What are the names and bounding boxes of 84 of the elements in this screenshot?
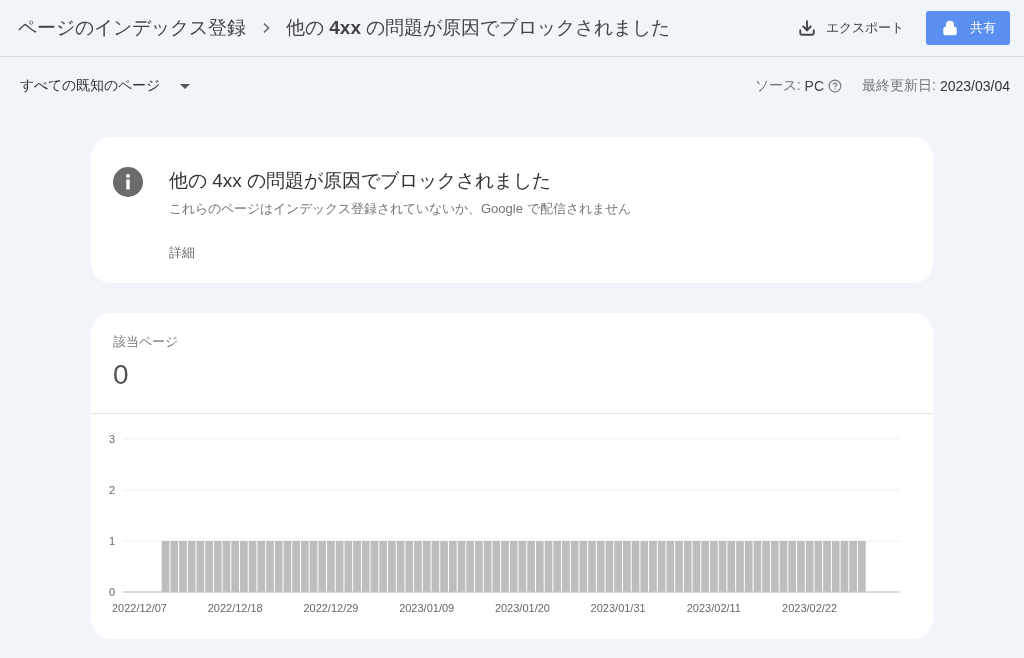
bar — [483, 541, 492, 592]
bar — [535, 541, 544, 592]
pages-label: 該当ページ — [113, 333, 179, 351]
bar — [457, 541, 466, 592]
bar — [840, 541, 849, 592]
axis-label: 1 — [108, 535, 115, 547]
axis-label: 0 — [108, 586, 115, 598]
bar — [605, 541, 614, 592]
source-value: PC — [804, 78, 825, 94]
bar — [666, 541, 675, 592]
axis-label: 2022/12/29 — [303, 602, 359, 614]
bar — [274, 541, 283, 592]
bar — [770, 541, 779, 592]
bar — [744, 541, 753, 592]
bar — [422, 541, 431, 592]
axis-label: 2022/12/07 — [111, 602, 167, 614]
axis-label: 2 — [108, 484, 115, 496]
updated-date: 2023/03/04 — [939, 78, 1010, 94]
bar — [213, 541, 222, 592]
source-label: ソース: — [754, 77, 801, 95]
breadcrumb-item[interactable]: ページのインデックス登録 — [18, 15, 246, 41]
bar — [831, 541, 840, 592]
axis-label: 2023/01/09 — [399, 602, 455, 614]
help-icon[interactable] — [828, 79, 843, 93]
bar — [448, 541, 457, 592]
page-filter-dropdown[interactable]: すべての既知のページ — [20, 77, 190, 95]
bar — [396, 541, 405, 592]
bar — [361, 541, 370, 592]
bar — [318, 541, 327, 592]
bar — [553, 541, 562, 592]
issue-title: 他の 4xx の問題が原因でブロックされました — [169, 169, 553, 193]
bar — [657, 541, 666, 592]
bar — [805, 541, 814, 592]
axis-label: 3 — [108, 433, 115, 445]
bar — [727, 541, 736, 592]
bar — [570, 541, 579, 592]
bar — [161, 541, 170, 592]
dropdown-arrow-icon — [180, 83, 190, 89]
issue-description: これらのページはインデックス登録されていないか、Google で配信されません — [169, 200, 631, 218]
bar — [170, 541, 179, 592]
axis-label: 2022/12/18 — [207, 602, 263, 614]
updated-label: 最終更新日: — [862, 77, 936, 95]
bar — [509, 541, 518, 592]
axis-label: 2023/01/20 — [494, 602, 550, 614]
bar — [335, 541, 344, 592]
bar — [788, 541, 797, 592]
bar — [692, 541, 701, 592]
bar — [248, 541, 257, 592]
bar — [596, 541, 605, 592]
axis-label: 2023/01/31 — [590, 602, 646, 614]
bar — [344, 541, 353, 592]
bar — [431, 541, 440, 592]
bar — [518, 541, 527, 592]
bar — [222, 541, 231, 592]
bar — [544, 541, 553, 592]
bar — [779, 541, 788, 592]
bar — [753, 541, 762, 592]
bar — [300, 541, 309, 592]
breadcrumb-item: 他の 4xx の問題が原因でブロックされました — [286, 16, 671, 40]
bar — [309, 541, 318, 592]
bar — [814, 541, 823, 592]
bar — [466, 541, 475, 592]
info-icon — [113, 167, 143, 197]
download-icon — [798, 19, 816, 37]
export-button[interactable]: エクスポート — [792, 13, 910, 43]
axis-label: 2023/02/22 — [782, 602, 838, 614]
lock-icon — [942, 20, 958, 36]
bar — [579, 541, 588, 592]
details-link[interactable]: 詳細 — [169, 244, 631, 262]
bar — [283, 541, 292, 592]
bar — [405, 541, 414, 592]
bar — [231, 541, 240, 592]
bar — [187, 541, 196, 592]
bar — [492, 541, 501, 592]
axis-label: 2023/02/11 — [686, 602, 741, 614]
pages-count: 0 — [113, 359, 130, 391]
bar — [718, 541, 727, 592]
bar — [257, 541, 266, 592]
bar — [701, 541, 710, 592]
bar — [631, 541, 640, 592]
bar — [640, 541, 649, 592]
bar — [683, 541, 692, 592]
bar — [370, 541, 379, 592]
bar — [196, 541, 205, 592]
